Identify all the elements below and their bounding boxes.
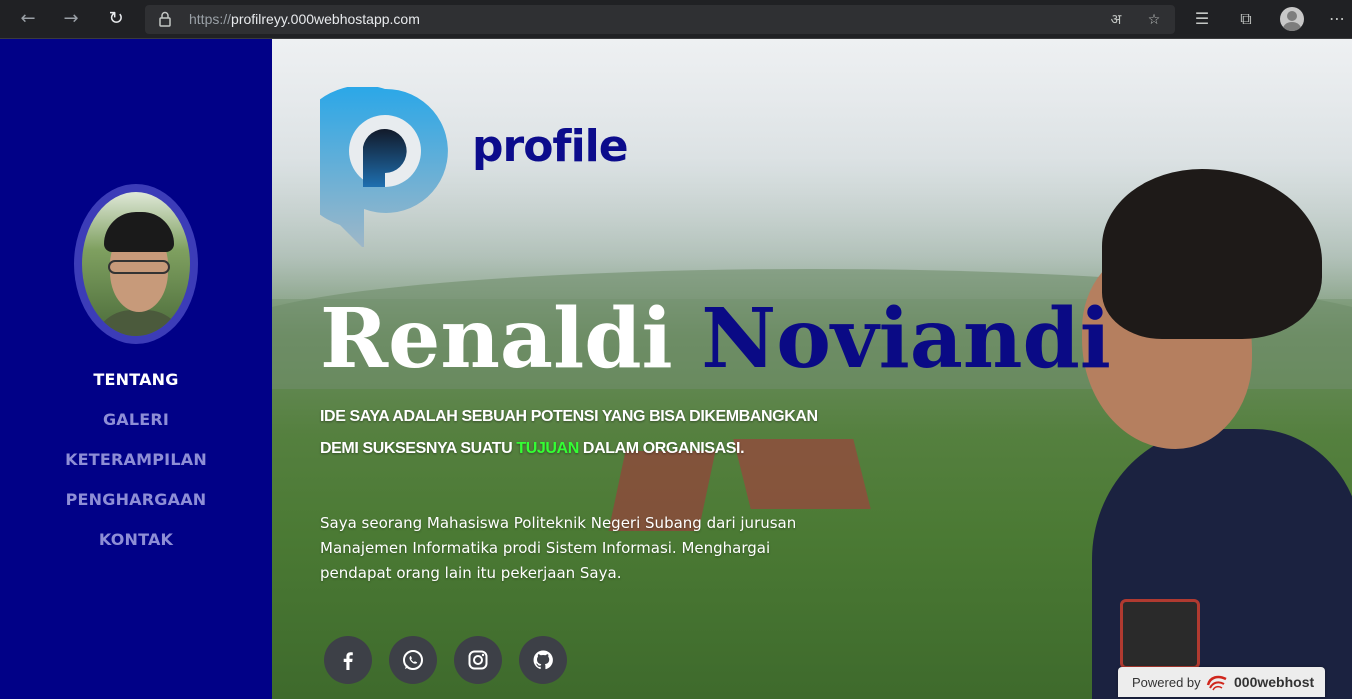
back-arrow-icon[interactable]: ←: [17, 8, 39, 30]
reload-icon[interactable]: ↻: [105, 8, 127, 30]
hero-section: profile Renaldi Noviandi IDE SAYA ADALAH…: [272, 39, 1352, 699]
powered-by-badge[interactable]: Powered by 000webhost: [1118, 667, 1325, 697]
more-menu-icon[interactable]: ⋯: [1326, 8, 1348, 30]
logo-text: profile: [472, 121, 629, 172]
lock-icon: [159, 11, 171, 27]
whatsapp-icon[interactable]: [389, 636, 437, 684]
instagram-icon[interactable]: [454, 636, 502, 684]
tagline: IDE SAYA ADALAH SEBUAH POTENSI YANG BISA…: [320, 408, 818, 457]
nav-item-keterampilan[interactable]: KETERAMPILAN: [0, 449, 272, 489]
sidebar: TENTANG GALERI KETERAMPILAN PENGHARGAAN …: [0, 39, 272, 699]
nav-item-kontak[interactable]: KONTAK: [0, 529, 272, 569]
powered-by-label: Powered by: [1132, 675, 1201, 690]
powered-by-brand: 000webhost: [1234, 674, 1315, 690]
nav-item-galeri[interactable]: GALERI: [0, 409, 272, 449]
hero-name: Renaldi Noviandi: [320, 291, 1111, 387]
page: TENTANG GALERI KETERAMPILAN PENGHARGAAN …: [0, 39, 1352, 699]
address-bar[interactable]: https://profilreyy.000webhostapp.com अ ☆: [145, 5, 1175, 34]
first-name: Renaldi: [320, 291, 673, 387]
profile-avatar: [74, 184, 198, 344]
collections-icon[interactable]: ⧉: [1235, 8, 1257, 30]
add-favorite-icon[interactable]: ☆: [1145, 11, 1163, 29]
favorites-icon[interactable]: ☰: [1191, 8, 1213, 30]
tagline-highlight: TUJUAN: [516, 440, 579, 457]
bio-text: Saya seorang Mahasiswa Politeknik Negeri…: [320, 514, 797, 582]
forward-arrow-icon[interactable]: →: [60, 8, 82, 30]
browser-profile-avatar[interactable]: [1280, 7, 1304, 31]
webhost-logo-icon: [1206, 675, 1227, 691]
nav-item-penghargaan[interactable]: PENGHARGAAN: [0, 489, 272, 529]
last-name: Noviandi: [701, 291, 1111, 387]
read-aloud-icon[interactable]: अ: [1107, 11, 1125, 29]
nav-item-tentang[interactable]: TENTANG: [0, 369, 272, 409]
facebook-icon[interactable]: [324, 636, 372, 684]
hero-portrait: [1032, 169, 1352, 699]
github-icon[interactable]: [519, 636, 567, 684]
url-text: https://profilreyy.000webhostapp.com: [189, 11, 420, 27]
browser-toolbar: ← → ↻ https://profilreyy.000webhostapp.c…: [0, 0, 1352, 39]
sidebar-nav: TENTANG GALERI KETERAMPILAN PENGHARGAAN …: [0, 369, 272, 569]
